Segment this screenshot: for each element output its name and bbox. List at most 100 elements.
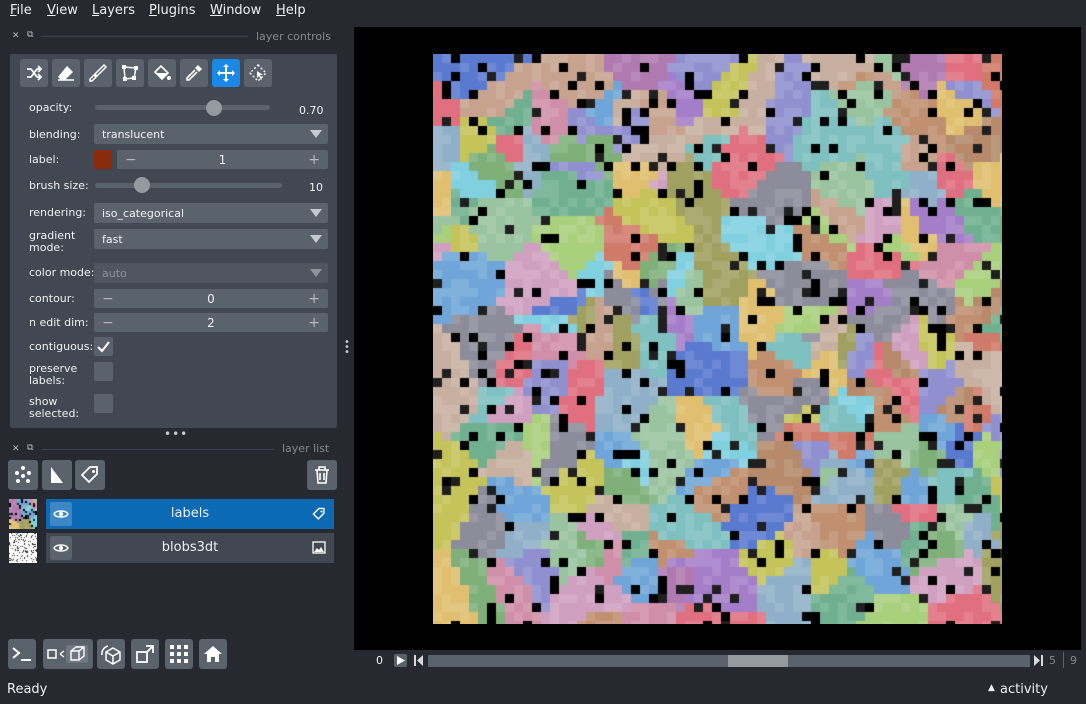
blending-combobox[interactable]: translucent: [94, 124, 328, 144]
chevron-down-icon: [310, 235, 322, 243]
chevron-up-icon[interactable]: ▲: [988, 683, 995, 693]
color-picker-icon: [186, 65, 202, 81]
plus-icon[interactable]: +: [308, 315, 320, 331]
dims-slider-handle[interactable]: [728, 655, 788, 667]
contiguous-label: contiguous:: [29, 340, 94, 353]
layer-row-blobs3dt[interactable]: blobs3dt: [9, 533, 334, 563]
checkmark-icon: [97, 341, 110, 353]
chevron-down-icon: [310, 130, 322, 138]
n-edit-dim-label: n edit dim:: [29, 316, 89, 329]
contour-label: contour:: [29, 292, 75, 305]
contiguous-checkbox[interactable]: [94, 337, 113, 356]
layer-thumbnail-labels: [9, 499, 37, 529]
color-mode-combobox[interactable]: auto: [94, 263, 328, 283]
pan-zoom-button[interactable]: [212, 59, 240, 87]
dock-divider: [42, 36, 248, 37]
pick-button[interactable]: [180, 59, 208, 87]
dock-splitter-handle[interactable]: •••: [164, 427, 188, 441]
play-icon: [397, 656, 405, 665]
gradient-mode-label-line2: mode:: [29, 241, 64, 254]
menu-window[interactable]: Window: [210, 3, 261, 18]
toggle-ndisplay-button[interactable]: [43, 639, 93, 669]
fill-bucket-icon: [153, 64, 171, 81]
transpose-icon: [136, 645, 154, 663]
label-color-swatch[interactable]: [94, 150, 112, 169]
transform-button[interactable]: [244, 59, 272, 87]
transform-icon: [249, 64, 267, 82]
visibility-toggle[interactable]: [50, 502, 72, 526]
activity-button[interactable]: activity: [1000, 682, 1048, 697]
blending-value: translucent: [102, 128, 165, 141]
new-shapes-layer-button[interactable]: [42, 460, 72, 490]
preserve-labels-checkbox[interactable]: [94, 362, 113, 381]
opacity-label: opacity:: [29, 101, 73, 114]
visibility-toggle[interactable]: [50, 536, 72, 560]
opacity-slider-handle[interactable]: [206, 100, 223, 116]
layer-row-body[interactable]: blobs3dt: [46, 533, 334, 563]
dims-slider-bar: 0 5 9: [354, 650, 1081, 672]
show-selected-checkbox[interactable]: [94, 394, 113, 413]
new-points-layer-button[interactable]: [8, 460, 38, 490]
plus-icon[interactable]: +: [308, 291, 320, 307]
menu-file[interactable]: File: [10, 3, 32, 18]
transpose-dims-button[interactable]: [131, 639, 159, 669]
roll-dims-button[interactable]: [97, 639, 125, 669]
paint-button[interactable]: [84, 59, 112, 87]
chevron-down-icon: [310, 209, 322, 217]
dock-float-icon[interactable]: ⧉: [27, 443, 33, 453]
trash-icon: [315, 466, 329, 484]
grid-view-button[interactable]: [165, 639, 193, 669]
gradient-mode-combobox[interactable]: fast: [94, 229, 328, 249]
color-mode-value: auto: [102, 267, 127, 280]
brush-size-slider[interactable]: [95, 183, 282, 188]
dock-close-icon[interactable]: ✕: [12, 444, 20, 454]
points-icon: [15, 466, 31, 483]
opacity-slider[interactable]: [95, 105, 270, 110]
labels-image-rendering[interactable]: [433, 54, 1002, 624]
dims-max-value[interactable]: 9: [1070, 654, 1077, 667]
delete-layer-button[interactable]: [307, 460, 337, 490]
label-tag-icon: [80, 466, 98, 484]
layer-row-body[interactable]: labels: [46, 499, 334, 529]
fill-button[interactable]: [148, 59, 176, 87]
menu-plugins[interactable]: Plugins: [149, 3, 196, 18]
preserve-labels-label: preserve labels:: [29, 363, 77, 387]
dock-close-icon[interactable]: ✕: [12, 31, 20, 41]
dims-separator: [1063, 652, 1064, 668]
layer-name[interactable]: blobs3dt: [76, 540, 304, 555]
2d-3d-toggle-icon: [47, 645, 88, 663]
shuffle-colors-button[interactable]: [20, 59, 48, 87]
step-back-icon[interactable]: [414, 654, 423, 670]
dock-float-icon[interactable]: ⧉: [27, 30, 33, 40]
gradient-mode-label: gradient mode:: [29, 230, 75, 254]
layer-name[interactable]: labels: [76, 506, 304, 521]
console-button[interactable]: [8, 639, 36, 669]
polygon-button[interactable]: [116, 59, 144, 87]
eye-icon: [53, 510, 69, 518]
menu-layers[interactable]: Layers: [92, 3, 135, 18]
new-labels-layer-button[interactable]: [75, 460, 105, 490]
grid-icon: [170, 645, 188, 663]
reset-view-button[interactable]: [199, 639, 227, 669]
eraser-icon: [58, 66, 74, 81]
dims-mid-value[interactable]: 5: [1049, 654, 1056, 667]
layer-row-labels[interactable]: labels: [9, 499, 334, 529]
viewer-canvas[interactable]: [354, 27, 1081, 650]
chevron-down-icon: [310, 269, 322, 277]
label-spinbox[interactable]: − 1 +: [117, 150, 328, 169]
step-forward-icon[interactable]: [1034, 654, 1043, 670]
play-button[interactable]: [394, 654, 407, 667]
n-edit-dim-spinbox[interactable]: − 2 +: [94, 313, 328, 332]
brush-size-slider-handle[interactable]: [134, 177, 150, 193]
erase-button[interactable]: [52, 59, 80, 87]
plus-icon[interactable]: +: [308, 152, 320, 168]
main-splitter-handle[interactable]: • • •: [344, 338, 350, 358]
brush-size-label: brush size:: [29, 179, 89, 192]
contour-spinbox[interactable]: − 0 +: [94, 289, 328, 308]
dims-current-frame[interactable]: 0: [376, 654, 383, 667]
menu-help[interactable]: Help: [276, 3, 306, 18]
menu-view[interactable]: View: [47, 3, 78, 18]
show-selected-label-line2: selected:: [29, 407, 80, 420]
rendering-combobox[interactable]: iso_categorical: [94, 203, 328, 223]
dims-slider-track[interactable]: [428, 655, 1030, 667]
